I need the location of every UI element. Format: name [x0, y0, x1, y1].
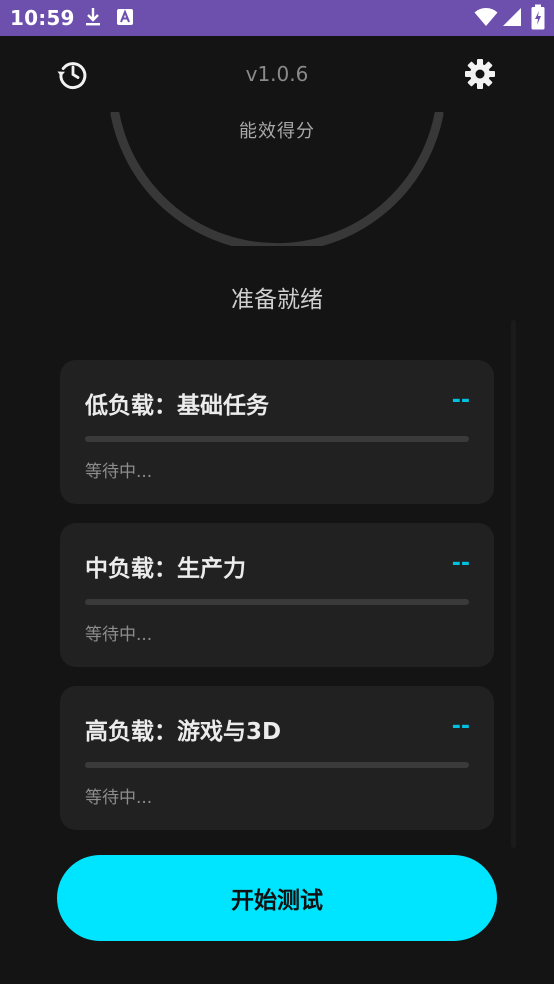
card-progress-bar — [85, 436, 469, 442]
a-badge-icon — [116, 8, 134, 26]
wifi-icon — [474, 7, 498, 27]
settings-icon[interactable] — [462, 56, 498, 92]
download-icon — [82, 6, 104, 28]
card-low-load: 低负载：基础任务 -- 等待中... — [60, 360, 494, 504]
status-bar: 10:59 — [0, 0, 554, 36]
card-medium-load: 中负载：生产力 -- 等待中... — [60, 523, 494, 667]
card-title: 中负载：生产力 — [85, 556, 246, 582]
start-test-button[interactable]: 开始测试 — [57, 855, 497, 941]
card-high-load: 高负载：游戏与3D -- 等待中... — [60, 686, 494, 830]
card-state: 等待中... — [85, 788, 153, 808]
gauge-label: 能效得分 — [239, 121, 315, 142]
card-score: -- — [451, 388, 470, 413]
app-header: v1.0.6 — [0, 36, 554, 112]
card-title: 高负载：游戏与3D — [85, 719, 282, 745]
signal-icon — [502, 7, 522, 27]
card-title: 低负载：基础任务 — [85, 393, 269, 419]
card-progress-bar — [85, 762, 469, 768]
battery-charging-icon — [531, 4, 545, 30]
test-status-text: 准备就绪 — [231, 287, 323, 313]
card-score: -- — [451, 714, 470, 739]
card-state: 等待中... — [85, 462, 153, 482]
status-time: 10:59 — [10, 6, 75, 30]
card-progress-bar — [85, 599, 469, 605]
scrollbar[interactable] — [511, 320, 516, 848]
card-state: 等待中... — [85, 625, 153, 645]
card-score: -- — [451, 551, 470, 576]
